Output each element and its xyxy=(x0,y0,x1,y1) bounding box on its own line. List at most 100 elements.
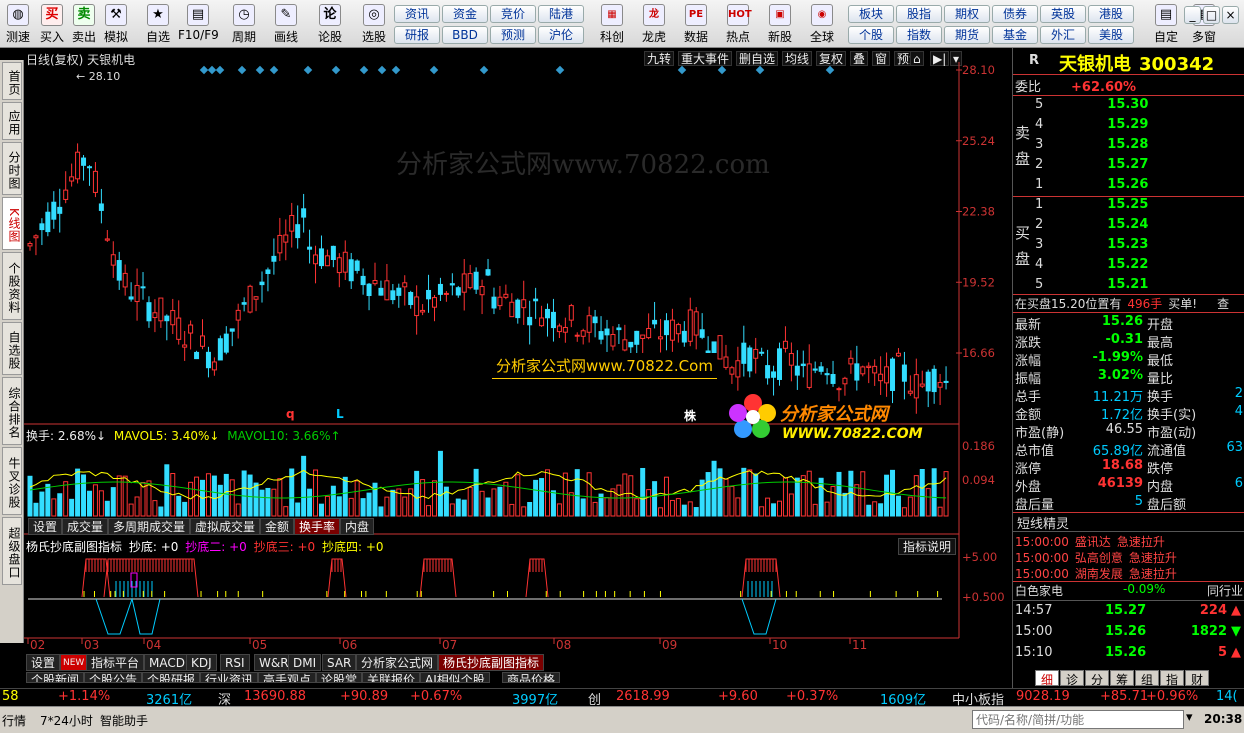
taskbar-item[interactable]: 行情 xyxy=(2,712,26,729)
event-marker-icon[interactable] xyxy=(429,65,439,75)
indicator-help-button[interactable]: 指标说明 xyxy=(898,538,957,555)
side-tab[interactable]: 自选股 xyxy=(2,322,22,375)
volume-tab[interactable]: 多周期成交量 xyxy=(108,518,191,535)
news-tab[interactable]: AI相似个股 xyxy=(420,672,490,683)
notice-check-button[interactable]: 查 xyxy=(1217,297,1229,311)
feature-button[interactable]: PE 数据 xyxy=(676,2,716,46)
feature-button[interactable]: HOT 热点 xyxy=(718,2,758,46)
event-marker-icon[interactable] xyxy=(717,65,727,75)
event-marker-icon[interactable] xyxy=(677,65,687,75)
pencil-button[interactable]: ✎ 画线 xyxy=(266,2,306,46)
quote-tab[interactable]: 分 xyxy=(1085,670,1109,687)
quick-button[interactable]: 债券 xyxy=(992,5,1038,23)
volume-tab[interactable]: 换手率 xyxy=(294,518,341,535)
quick-button[interactable]: 预测 xyxy=(490,26,536,44)
quick-button[interactable]: 期权 xyxy=(944,5,990,23)
event-marker-icon[interactable] xyxy=(555,65,565,75)
quick-button[interactable]: 外汇 xyxy=(1040,26,1086,44)
event-marker-icon[interactable] xyxy=(207,65,217,75)
event-marker-icon[interactable] xyxy=(303,65,313,75)
news-tab[interactable]: 行业资讯 xyxy=(200,672,259,683)
sprite-title[interactable]: 短线精灵 xyxy=(1017,513,1069,532)
news-tab[interactable]: 高手观点 xyxy=(258,672,317,683)
news-tab[interactable]: 个股研报 xyxy=(142,672,201,683)
news-tab[interactable]: 个股新闻 xyxy=(26,672,85,683)
side-tab[interactable]: 应用 xyxy=(2,102,22,140)
volume-tab[interactable]: 虚拟成交量 xyxy=(190,518,261,535)
chart-marker[interactable]: q xyxy=(286,407,295,421)
event-marker-icon[interactable] xyxy=(755,65,765,75)
indicator-tab[interactable]: DMI xyxy=(288,654,322,671)
side-tab[interactable]: 综合排名 xyxy=(2,377,22,445)
news-tab[interactable]: 商品价格 xyxy=(502,672,561,683)
event-marker-icon[interactable] xyxy=(215,65,225,75)
taskbar-item[interactable]: 7*24小时 xyxy=(40,712,93,729)
quick-button[interactable]: BBD xyxy=(442,26,488,44)
quick-button[interactable]: 基金 xyxy=(992,26,1038,44)
volume-tab[interactable]: 设置 xyxy=(28,518,63,535)
hammer-button[interactable]: ⚒ 模拟 xyxy=(100,2,132,46)
sell-button[interactable]: 卖卖出 xyxy=(68,2,100,46)
custom-button[interactable]: ▤ 自定 xyxy=(1148,2,1184,46)
event-marker-icon[interactable] xyxy=(199,65,209,75)
quick-button[interactable]: 期货 xyxy=(944,26,990,44)
side-tab[interactable]: 牛叉诊股 xyxy=(2,447,22,515)
volume-tab[interactable]: 内盘 xyxy=(340,518,375,535)
minimize-icon[interactable]: _ xyxy=(1184,6,1201,24)
side-tab[interactable]: 超级盘口 xyxy=(2,517,22,585)
quote-tab[interactable]: 财 xyxy=(1185,670,1209,687)
new-badge[interactable]: NEW xyxy=(60,654,88,671)
peer-link[interactable]: 同行业 xyxy=(1207,582,1243,599)
clock-button[interactable]: ◷ 周期 xyxy=(224,2,264,46)
indicator-tab[interactable]: SAR xyxy=(322,654,357,671)
close-icon[interactable]: × xyxy=(1222,6,1239,24)
taskbar-item[interactable]: 智能助手 xyxy=(100,712,148,729)
indicator-tab[interactable]: 设置 xyxy=(26,654,61,671)
maximize-icon[interactable]: □ xyxy=(1203,6,1220,24)
quick-button[interactable]: 沪伦 xyxy=(538,26,584,44)
quick-button[interactable]: 陆港 xyxy=(538,5,584,23)
feature-button[interactable]: 龙龙虎 xyxy=(634,2,674,46)
quick-button[interactable]: 股指 xyxy=(896,5,942,23)
event-marker-icon[interactable] xyxy=(391,65,401,75)
indicator-tab[interactable]: 分析家公式网 xyxy=(356,654,439,671)
star-button[interactable]: ★ 自选 xyxy=(138,2,178,46)
side-tab[interactable]: K线图 xyxy=(2,197,22,250)
event-marker-icon[interactable] xyxy=(359,65,369,75)
indicator-tab[interactable]: KDJ xyxy=(186,654,217,671)
f10-button[interactable]: ▤ F10/F9 xyxy=(178,2,219,46)
volume-tab[interactable]: 金额 xyxy=(260,518,295,535)
chart-marker[interactable]: 株 xyxy=(684,408,697,423)
event-marker-icon[interactable] xyxy=(237,65,247,75)
feature-button[interactable]: ◉ 全球 xyxy=(802,2,842,46)
quick-button[interactable]: 美股 xyxy=(1088,26,1134,44)
indicator-tab[interactable]: 杨氏抄底副图指标 xyxy=(438,654,545,671)
quick-button[interactable]: 资讯 xyxy=(394,5,440,23)
chat-button[interactable]: 论论股 xyxy=(310,2,350,46)
kline-chart-area[interactable]: 日线(复权) 天银机电 九转 重大事件 删自选 均线 复权叠窗预测 ⌂ ▶| ▾ 28.10 2… xyxy=(24,48,1012,683)
news-tab[interactable]: 个股公告 xyxy=(84,672,143,683)
side-tab[interactable]: 个股资料 xyxy=(2,252,22,320)
indicator-tab[interactable]: 指标平台 xyxy=(86,654,145,671)
quote-tab[interactable]: 组 xyxy=(1135,670,1159,687)
event-marker-icon[interactable] xyxy=(825,65,835,75)
sector-row[interactable]: 白色家电 -0.09% 同行业 xyxy=(1015,582,1243,600)
speed-button[interactable]: ◍ 测速 xyxy=(2,2,34,46)
quote-tab[interactable]: 诊 xyxy=(1060,670,1084,687)
quick-button[interactable]: 板块 xyxy=(848,5,894,23)
select-button[interactable]: ◎ 选股 xyxy=(354,2,394,46)
stock-search-input[interactable] xyxy=(972,710,1184,729)
event-marker-icon[interactable] xyxy=(331,65,341,75)
quick-button[interactable]: 指数 xyxy=(896,26,942,44)
event-marker-icon[interactable] xyxy=(255,65,265,75)
quote-tab[interactable]: 细 xyxy=(1035,670,1059,687)
chart-marker[interactable]: L xyxy=(336,407,344,421)
event-marker-icon[interactable] xyxy=(479,65,489,75)
quick-button[interactable]: 个股 xyxy=(848,26,894,44)
quick-button[interactable]: 资金 xyxy=(442,5,488,23)
feature-button[interactable]: ▣ 新股 xyxy=(760,2,800,46)
quick-button[interactable]: 英股 xyxy=(1040,5,1086,23)
side-tab[interactable]: 首页 xyxy=(2,62,22,100)
quick-button[interactable]: 港股 xyxy=(1088,5,1134,23)
quick-button[interactable]: 研报 xyxy=(394,26,440,44)
